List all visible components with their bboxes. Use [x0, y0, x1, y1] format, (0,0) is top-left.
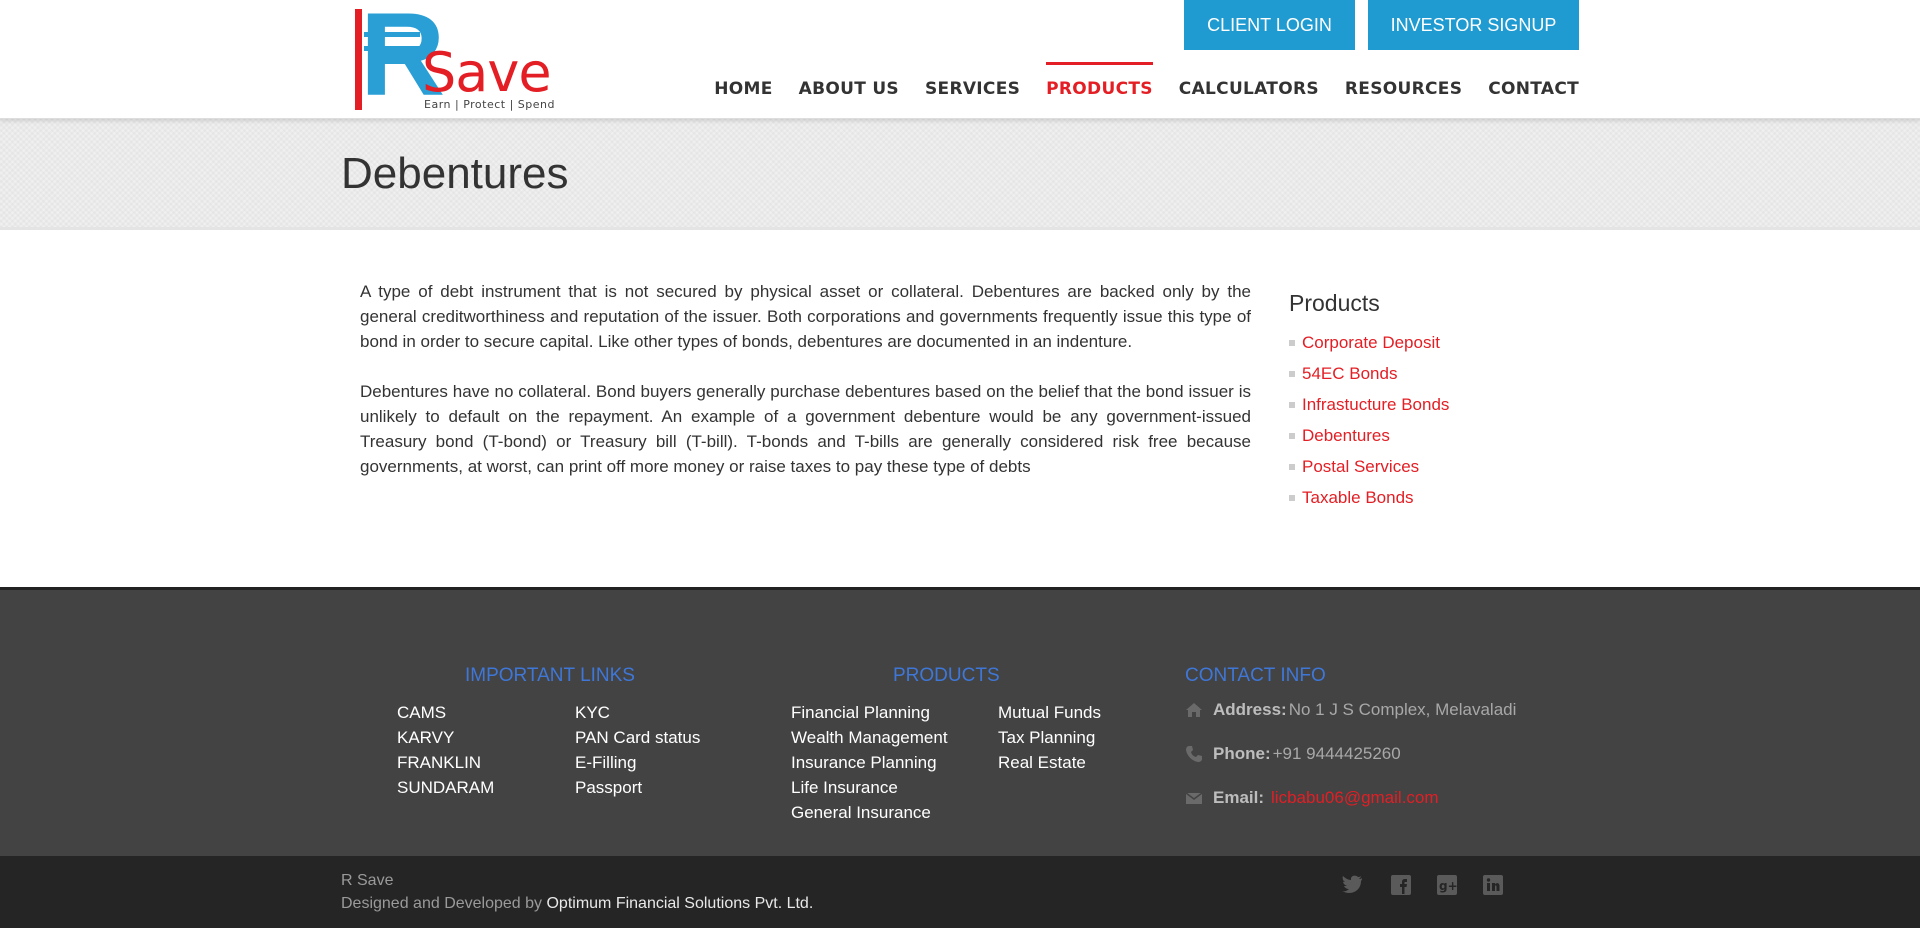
sidebar-product-list: Corporate Deposit 54EC Bonds Infrastuctu… — [1289, 327, 1579, 513]
main-content-area: A type of debt instrument that is not se… — [0, 230, 1920, 585]
footer-link[interactable]: Insurance Planning — [791, 750, 948, 775]
footer-link[interactable]: FRANKLIN — [397, 750, 494, 775]
sidebar-link-corporate-deposit[interactable]: Corporate Deposit — [1302, 333, 1440, 352]
contact-phone: Phone: +91 9444425260 — [1185, 744, 1401, 764]
sidebar-item: Taxable Bonds — [1289, 482, 1579, 513]
logo-word: Save — [422, 41, 552, 104]
email-label: Email: — [1213, 788, 1265, 807]
logo-rupee-stroke-1 — [364, 32, 420, 37]
logo-rupee-stroke-2 — [364, 46, 420, 51]
investor-signup-button[interactable]: INVESTOR SIGNUP — [1368, 0, 1579, 50]
page-title: Debentures — [341, 149, 569, 198]
svg-text:g+: g+ — [1439, 879, 1457, 893]
footer-link[interactable]: PAN Card status — [575, 725, 700, 750]
nav-home[interactable]: HOME — [714, 62, 772, 119]
footer-products-col-1: Financial Planning Wealth Management Ins… — [791, 700, 948, 825]
footer-link[interactable]: Mutual Funds — [998, 700, 1101, 725]
email-link[interactable]: licbabu06@gmail.com — [1271, 788, 1439, 808]
nav-resources[interactable]: RESOURCES — [1345, 62, 1462, 119]
footer-link[interactable]: KARVY — [397, 725, 494, 750]
logo-tagline: Earn | Protect | Spend — [424, 98, 555, 111]
sidebar-item: Corporate Deposit — [1289, 327, 1579, 358]
phone-label: Phone: — [1213, 744, 1271, 763]
footer-link[interactable]: Wealth Management — [791, 725, 948, 750]
important-links-heading: IMPORTANT LINKS — [465, 665, 635, 686]
nav-calculators[interactable]: CALCULATORS — [1179, 62, 1319, 119]
address-label: Address: — [1213, 700, 1287, 719]
envelope-icon — [1185, 789, 1203, 807]
footer-link[interactable]: Financial Planning — [791, 700, 948, 725]
page-title-band: Debentures — [0, 119, 1920, 230]
important-links-col-1: CAMS KARVY FRANKLIN SUNDARAM — [397, 700, 494, 800]
footer-link[interactable]: Real Estate — [998, 750, 1101, 775]
nav-contact[interactable]: CONTACT — [1488, 62, 1579, 119]
footer-products-col-2: Mutual Funds Tax Planning Real Estate — [998, 700, 1101, 775]
footer-link[interactable]: E-Filling — [575, 750, 700, 775]
footer-link[interactable]: Tax Planning — [998, 725, 1101, 750]
phone-icon — [1185, 745, 1203, 763]
developer-link[interactable]: Optimum Financial Solutions Pvt. Ltd. — [546, 895, 813, 912]
sidebar-link-54ec-bonds[interactable]: 54EC Bonds — [1302, 364, 1397, 383]
contact-info-heading: CONTACT INFO — [1185, 665, 1326, 686]
footer-link[interactable]: Passport — [575, 775, 700, 800]
google-plus-icon[interactable]: g+ — [1437, 875, 1459, 895]
twitter-icon[interactable] — [1341, 875, 1363, 895]
sidebar-link-debentures[interactable]: Debentures — [1302, 426, 1390, 445]
article-paragraph: Debentures have no collateral. Bond buye… — [360, 382, 1251, 476]
sidebar-link-taxable-bonds[interactable]: Taxable Bonds — [1302, 488, 1414, 507]
footer-products-heading: PRODUCTS — [893, 665, 1000, 686]
nav-services[interactable]: SERVICES — [925, 62, 1020, 119]
nav-products[interactable]: PRODUCTS — [1046, 62, 1153, 119]
facebook-icon[interactable] — [1391, 875, 1413, 895]
home-icon — [1185, 701, 1203, 719]
linkedin-icon[interactable] — [1483, 875, 1505, 895]
contact-address: Address: No 1 J S Complex, Melavaladi — [1185, 700, 1516, 720]
footer-link[interactable]: Life Insurance — [791, 775, 948, 800]
footer-link[interactable]: General Insurance — [791, 800, 948, 825]
rsave-logo[interactable]: R Save Earn | Protect | Spend — [352, 0, 590, 116]
sidebar-link-infrastructure-bonds[interactable]: Infrastucture Bonds — [1302, 395, 1449, 414]
address-value: No 1 J S Complex, Melavaladi — [1288, 700, 1517, 719]
site-footer: IMPORTANT LINKS CAMS KARVY FRANKLIN SUND… — [0, 587, 1920, 856]
footer-link[interactable]: CAMS — [397, 700, 494, 725]
sidebar-item: Postal Services — [1289, 451, 1579, 482]
client-login-button[interactable]: CLIENT LOGIN — [1184, 0, 1355, 50]
site-header: R Save Earn | Protect | Spend CLIENT LOG… — [0, 0, 1920, 119]
article-paragraph: A type of debt instrument that is not se… — [360, 282, 1251, 351]
main-nav: HOME ABOUT US SERVICES PRODUCTS CALCULAT… — [688, 62, 1579, 119]
sidebar-title: Products — [1289, 290, 1380, 316]
sidebar-link-postal-services[interactable]: Postal Services — [1302, 457, 1419, 476]
footer-credit: Designed and Developed by Optimum Financ… — [341, 895, 813, 913]
sidebar-item: 54EC Bonds — [1289, 358, 1579, 389]
phone-value: +91 9444425260 — [1272, 744, 1401, 763]
products-sidebar: Products Corporate Deposit 54EC Bonds In… — [1289, 290, 1579, 513]
sidebar-item: Infrastucture Bonds — [1289, 389, 1579, 420]
credit-prefix: Designed and Developed by — [341, 895, 547, 912]
important-links-col-2: KYC PAN Card status E-Filling Passport — [575, 700, 700, 800]
footer-brand: R Save — [341, 872, 394, 889]
bottom-bar: R Save Designed and Developed by Optimum… — [0, 856, 1920, 928]
article-body: A type of debt instrument that is not se… — [360, 279, 1251, 479]
sidebar-item: Debentures — [1289, 420, 1579, 451]
footer-link[interactable]: SUNDARAM — [397, 775, 494, 800]
nav-about-us[interactable]: ABOUT US — [799, 62, 899, 119]
contact-email: Email: licbabu06@gmail.com — [1185, 788, 1439, 808]
footer-link[interactable]: KYC — [575, 700, 700, 725]
